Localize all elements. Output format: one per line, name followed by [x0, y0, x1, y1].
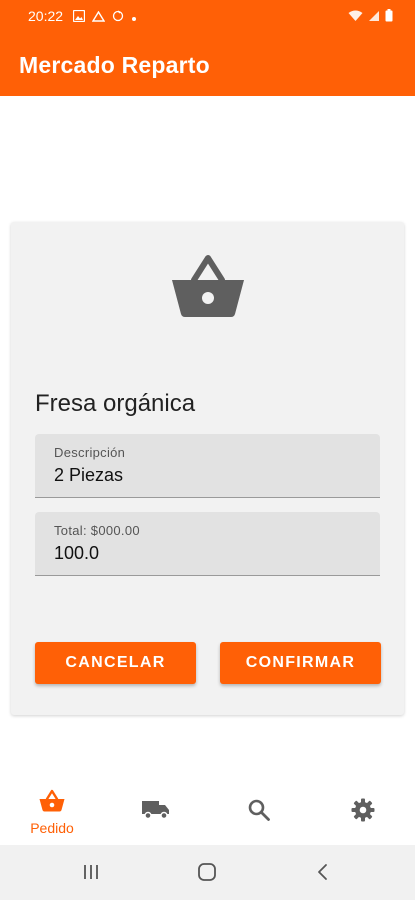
confirm-button[interactable]: CONFIRMAR — [220, 642, 381, 684]
description-field[interactable]: Descripción — [35, 434, 380, 498]
cancel-button[interactable]: CANCELAR — [35, 642, 196, 684]
sync-icon — [112, 9, 124, 27]
truck-icon — [142, 800, 170, 825]
home-icon[interactable] — [194, 861, 220, 883]
description-input[interactable] — [54, 465, 354, 486]
app-title: Mercado Reparto — [19, 52, 210, 78]
description-label: Descripción — [54, 445, 126, 460]
dot-icon — [131, 9, 137, 27]
signal-icon — [368, 9, 380, 27]
status-system-icons — [348, 9, 393, 27]
cloud-icon — [91, 9, 106, 27]
nav-item-settings[interactable] — [333, 780, 393, 845]
total-label: Total: $000.00 — [54, 523, 140, 538]
nav-label-pedido: Pedido — [30, 820, 74, 836]
total-input[interactable] — [54, 543, 354, 564]
order-card: Fresa orgánica Descripción Total: $000.0… — [11, 222, 404, 715]
system-nav-bar — [0, 845, 415, 900]
status-time: 20:22 — [28, 8, 64, 24]
gear-icon — [351, 798, 375, 827]
basket-icon — [39, 789, 65, 817]
status-bar: 20:22 — [0, 0, 415, 34]
battery-icon — [385, 9, 393, 27]
recents-icon[interactable] — [78, 861, 104, 883]
bottom-nav: Pedido — [0, 780, 415, 845]
search-icon — [248, 799, 270, 826]
status-notifications — [72, 9, 137, 27]
nav-item-pedido[interactable]: Pedido — [22, 780, 82, 845]
product-name: Fresa orgánica — [35, 390, 196, 417]
image-icon — [72, 9, 86, 27]
back-icon[interactable] — [310, 861, 336, 883]
total-field[interactable]: Total: $000.00 — [35, 512, 380, 576]
wifi-icon — [348, 9, 363, 27]
app-bar: Mercado Reparto — [0, 34, 415, 96]
basket-icon — [170, 252, 246, 320]
nav-item-search[interactable] — [229, 780, 289, 845]
nav-item-delivery[interactable] — [126, 780, 186, 845]
